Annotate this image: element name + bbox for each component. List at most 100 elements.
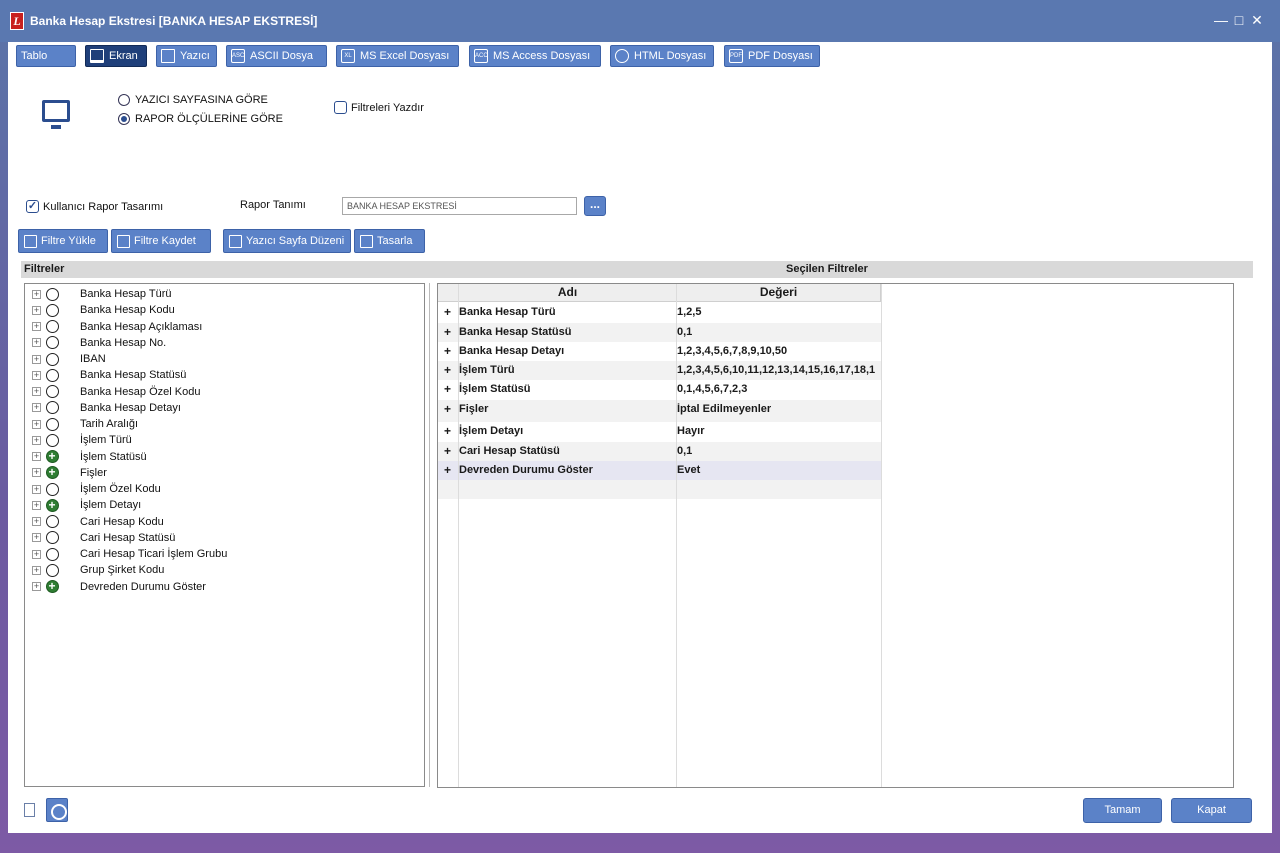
filter-inactive-icon[interactable] [46,563,59,577]
expand-icon[interactable]: + [32,565,41,575]
load-filter-button[interactable]: Filtre Yükle [18,229,108,253]
row-expand-icon[interactable]: + [444,424,451,438]
tree-node[interactable]: + İşlem Detayı [25,497,424,513]
expand-icon[interactable]: + [32,452,41,461]
expand-icon[interactable]: + [32,403,41,413]
close-icon[interactable]: ✕ [1250,12,1264,28]
ok-button[interactable]: Tamam [1083,798,1162,823]
radio-button-selected[interactable] [118,113,130,125]
filter-active-icon[interactable] [46,449,59,463]
grid-cell-value[interactable]: 1,2,3,4,5,6,10,11,12,13,14,15,16,17,18,1 [677,364,881,376]
design-button[interactable]: Tasarla [354,229,425,253]
maximize-icon[interactable]: □ [1232,12,1246,28]
tab-tablo[interactable]: Tablo [16,45,460,301]
close-button[interactable]: Kapat [1171,798,1252,823]
tab-ekran[interactable]: Ekran [85,45,147,67]
tab-html[interactable]: HTML Dosyası [610,45,714,67]
tree-node[interactable]: + Cari Hesap Ticari İşlem Grubu [25,546,424,562]
expand-icon[interactable]: + [32,468,41,478]
filter-inactive-icon[interactable] [46,352,59,366]
filter-inactive-icon[interactable] [46,531,59,545]
filter-inactive-icon[interactable] [46,287,59,301]
report-definition-input[interactable]: BANKA HESAP EKSTRESİ [342,197,577,215]
expand-icon[interactable]: + [32,289,41,299]
tree-node[interactable]: + Banka Hesap No. [25,335,424,351]
tree-node[interactable]: + Banka Hesap Özel Kodu [25,384,424,400]
row-expand-icon[interactable]: + [444,463,451,477]
expand-icon[interactable]: + [32,533,41,543]
column-header-name[interactable]: Adı [459,284,677,302]
grid-row[interactable]: + Banka Hesap Detayı 1,2,3,4,5,6,7,8,9,10,… [438,342,881,361]
expand-icon[interactable]: + [32,582,41,591]
row-expand-icon[interactable]: + [444,382,451,396]
column-header-value[interactable]: Değeri [677,284,881,302]
tree-node[interactable]: + Cari Hesap Statüsü [25,530,424,546]
grid-cell-value[interactable]: 0,1,4,5,6,7,2,3 [677,383,881,395]
checkbox[interactable] [334,101,347,114]
save-filter-button[interactable]: Filtre Kaydet [111,229,211,253]
expand-icon[interactable]: + [32,500,41,510]
expand-icon[interactable]: + [32,435,41,445]
row-expand-icon[interactable]: + [444,444,451,458]
tree-node[interactable]: + Banka Hesap Açıklaması [25,319,424,335]
grid-cell-value[interactable]: 0,1 [677,445,881,457]
filter-inactive-icon[interactable] [46,401,59,415]
expand-icon[interactable]: + [32,419,41,429]
filter-inactive-icon[interactable] [46,385,59,398]
filter-active-icon[interactable] [46,498,59,512]
filter-inactive-icon[interactable] [46,320,59,333]
grid-cell-value[interactable]: 1,2,3,4,5,6,7,8,9,10,50 [677,345,881,357]
tree-node[interactable]: + İşlem Özel Kodu [25,481,424,497]
tree-node[interactable]: + İşlem Türü [25,432,424,448]
row-expand-icon[interactable]: + [444,344,451,358]
browse-button[interactable]: ... [584,196,606,216]
grid-cell-value[interactable]: Evet [677,464,881,476]
tab-access[interactable]: ACC MS Access Dosyası [469,45,601,67]
filter-inactive-icon[interactable] [46,336,59,350]
row-expand-icon[interactable]: + [444,305,451,319]
grid-row[interactable]: + İşlem Detayı Hayır [438,422,881,442]
grid-cell-value[interactable]: 1,2,5 [677,306,881,318]
row-expand-icon[interactable]: + [444,363,451,377]
grid-row[interactable]: + Cari Hesap Statüsü 0,1 [438,442,881,461]
grid-cell-value[interactable]: Hayır [677,425,881,437]
filter-inactive-icon[interactable] [46,417,59,431]
radio-report-size[interactable]: RAPOR ÖLÇÜLERİNE GÖRE [118,113,283,125]
filter-tree[interactable]: + Banka Hesap Türü + Banka Hesap Kodu + Banka… [24,283,425,787]
tree-node[interactable]: + Tarih Aralığı [25,416,424,432]
radio-printer-page[interactable]: YAZICI SAYFASINA GÖRE [118,94,268,106]
filter-inactive-icon[interactable] [46,515,59,528]
filter-active-icon[interactable] [46,579,59,593]
expand-icon[interactable]: + [32,305,41,315]
expand-icon[interactable]: + [32,517,41,526]
expand-icon[interactable]: + [32,354,41,364]
refresh-icon[interactable] [46,798,68,822]
page-setup-button[interactable]: Yazıcı Sayfa Düzeni [223,229,351,253]
splitter[interactable] [429,283,430,787]
grid-row[interactable]: + Fişler İptal Edilmeyenler [438,400,881,422]
filter-inactive-icon[interactable] [46,303,59,317]
filter-inactive-icon[interactable] [46,547,59,561]
tree-node[interactable]: + Banka Hesap Statüsü [25,367,424,383]
expand-icon[interactable]: + [32,370,41,380]
row-expand-icon[interactable]: + [444,402,451,416]
selected-filters-grid[interactable]: Adı Değeri + Banka Hesap Türü 1,2,5 + Banka … [437,283,1234,788]
tree-node[interactable]: + Devreden Durumu Göster [25,579,424,595]
tab-pdf[interactable]: PDF PDF Dosyası [724,45,820,67]
grid-row[interactable]: + İşlem Statüsü 0,1,4,5,6,7,2,3 [438,380,881,400]
expand-icon[interactable]: + [32,549,41,559]
print-filters-checkbox[interactable]: Filtreleri Yazdır [334,101,424,114]
minimize-icon[interactable]: — [1214,12,1228,28]
expand-icon[interactable]: + [32,338,41,348]
document-icon[interactable] [24,803,35,817]
tree-node[interactable]: + Banka Hesap Türü [25,286,424,302]
filter-inactive-icon[interactable] [46,482,59,496]
tree-node[interactable]: + Cari Hesap Kodu [25,514,424,530]
tab-yazici[interactable]: Yazıcı [156,45,217,67]
tab-excel[interactable]: XL MS Excel Dosyası [336,45,459,67]
expand-icon[interactable]: + [32,387,41,396]
grid-row[interactable]: + İşlem Türü 1,2,3,4,5,6,10,11,12,13,14,15… [438,361,881,380]
tree-node[interactable]: + IBAN [25,351,424,367]
tree-node[interactable]: + Grup Şirket Kodu [25,562,424,578]
expand-icon[interactable]: + [32,322,41,331]
